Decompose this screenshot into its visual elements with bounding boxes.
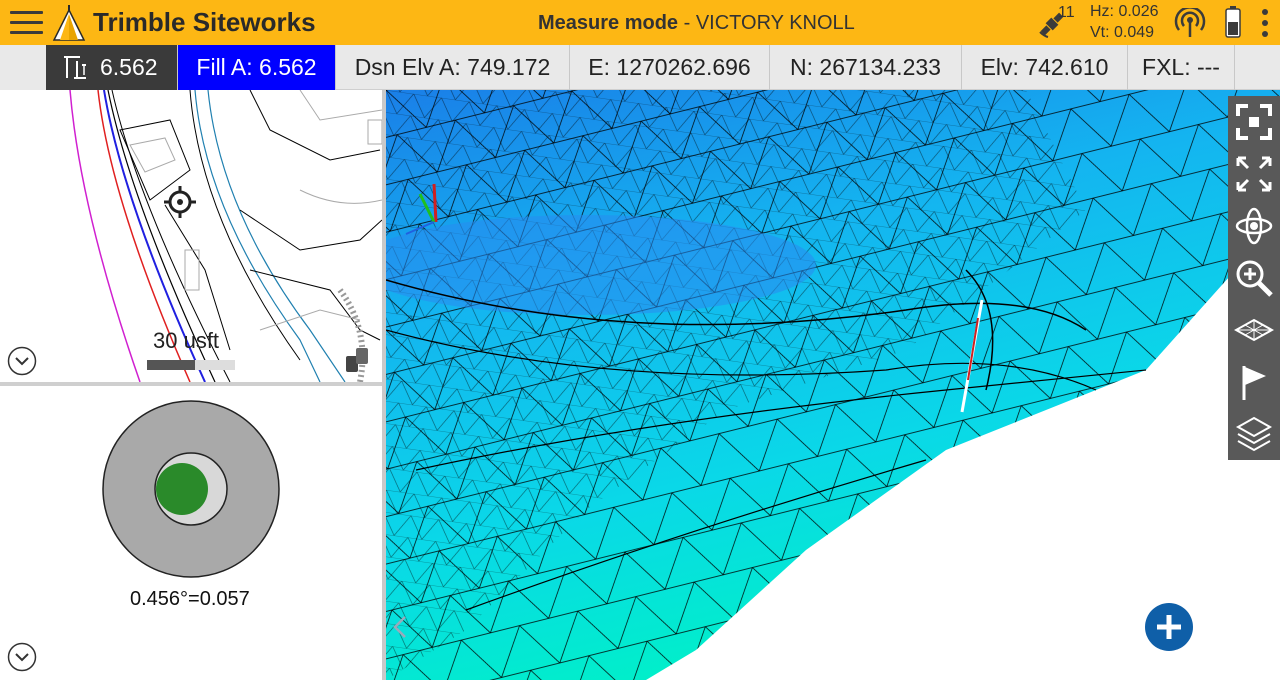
more-vert-icon[interactable] (1262, 8, 1268, 38)
status-spacer (0, 45, 46, 90)
rod-height-icon (64, 56, 86, 79)
vertical-precision: Vt: 0.049 (1090, 24, 1155, 41)
tool-height-value: 6.562 (100, 54, 158, 80)
easting-cell[interactable]: E: 1270262.696 (570, 45, 770, 90)
layers-button[interactable] (1228, 408, 1280, 460)
crosshair-target-icon (164, 186, 196, 218)
app-title: Trimble Siteworks (93, 7, 316, 37)
tilt-readout: 0.456°=0.057 (130, 588, 250, 610)
app-header: Trimble Siteworks Measure mode - VICTORY… (0, 0, 1280, 45)
flag-icon (1242, 366, 1266, 400)
fill-cell[interactable]: Fill A: 6.562 (178, 45, 336, 90)
project-name: VICTORY KNOLL (695, 12, 855, 34)
trimble-logo-icon (52, 5, 86, 41)
fullscreen-icon (1236, 156, 1272, 192)
scale-label: 30 usft (153, 328, 220, 353)
zoom-in-icon (1236, 260, 1273, 297)
surface-tin (386, 90, 1280, 680)
mode-label: Measure mode (538, 12, 679, 34)
horizontal-precision: Hz: 0.026 (1090, 3, 1159, 20)
plus-icon (1157, 615, 1181, 639)
elevation-cell[interactable]: Elv: 742.610 (962, 45, 1128, 90)
surface-button[interactable] (1228, 304, 1280, 356)
orbit-icon (1235, 207, 1273, 245)
plan-expand-button[interactable] (7, 346, 37, 376)
design-elevation-cell[interactable]: Dsn Elv A: 749.172 (336, 45, 570, 90)
gnss-rover-icon (346, 348, 368, 372)
zoom-extents-icon (1236, 104, 1272, 140)
bubble-expand-button[interactable] (7, 642, 37, 672)
tool-height-cell[interactable]: 6.562 (46, 45, 178, 90)
orbit-button[interactable] (1228, 200, 1280, 252)
bubble-level (102, 400, 280, 578)
bubble-dot (156, 463, 208, 515)
zoom-extents-button[interactable] (1228, 96, 1280, 148)
mode-title: Measure mode - VICTORY KNOLL (538, 12, 855, 35)
battery-icon[interactable] (1225, 6, 1241, 38)
layers-icon (1235, 416, 1273, 452)
zoom-in-button[interactable] (1228, 252, 1280, 304)
add-button[interactable] (1145, 603, 1193, 651)
satellite-count: 11 (1058, 4, 1075, 21)
fxl-cell[interactable]: FXL: --- (1128, 45, 1235, 90)
radio-signal-icon[interactable] (1174, 8, 1206, 38)
mode-separator: - (678, 12, 696, 34)
3d-toolbar (1228, 96, 1280, 460)
bubble-level-pane: 0.456°=0.057 (0, 386, 382, 680)
menu-button[interactable] (10, 10, 44, 36)
flag-button[interactable] (1228, 356, 1280, 408)
northing-cell[interactable]: N: 267134.233 (770, 45, 962, 90)
plan-view[interactable]: 30 usft (0, 90, 382, 382)
chevron-left-icon[interactable] (390, 614, 410, 640)
3d-surface-view[interactable] (386, 90, 1280, 680)
fullscreen-button[interactable] (1228, 148, 1280, 200)
surface-icon (1234, 318, 1274, 342)
status-bar: 6.562 Fill A: 6.562 Dsn Elv A: 749.172 E… (0, 45, 1280, 90)
scale-bar (147, 360, 235, 370)
